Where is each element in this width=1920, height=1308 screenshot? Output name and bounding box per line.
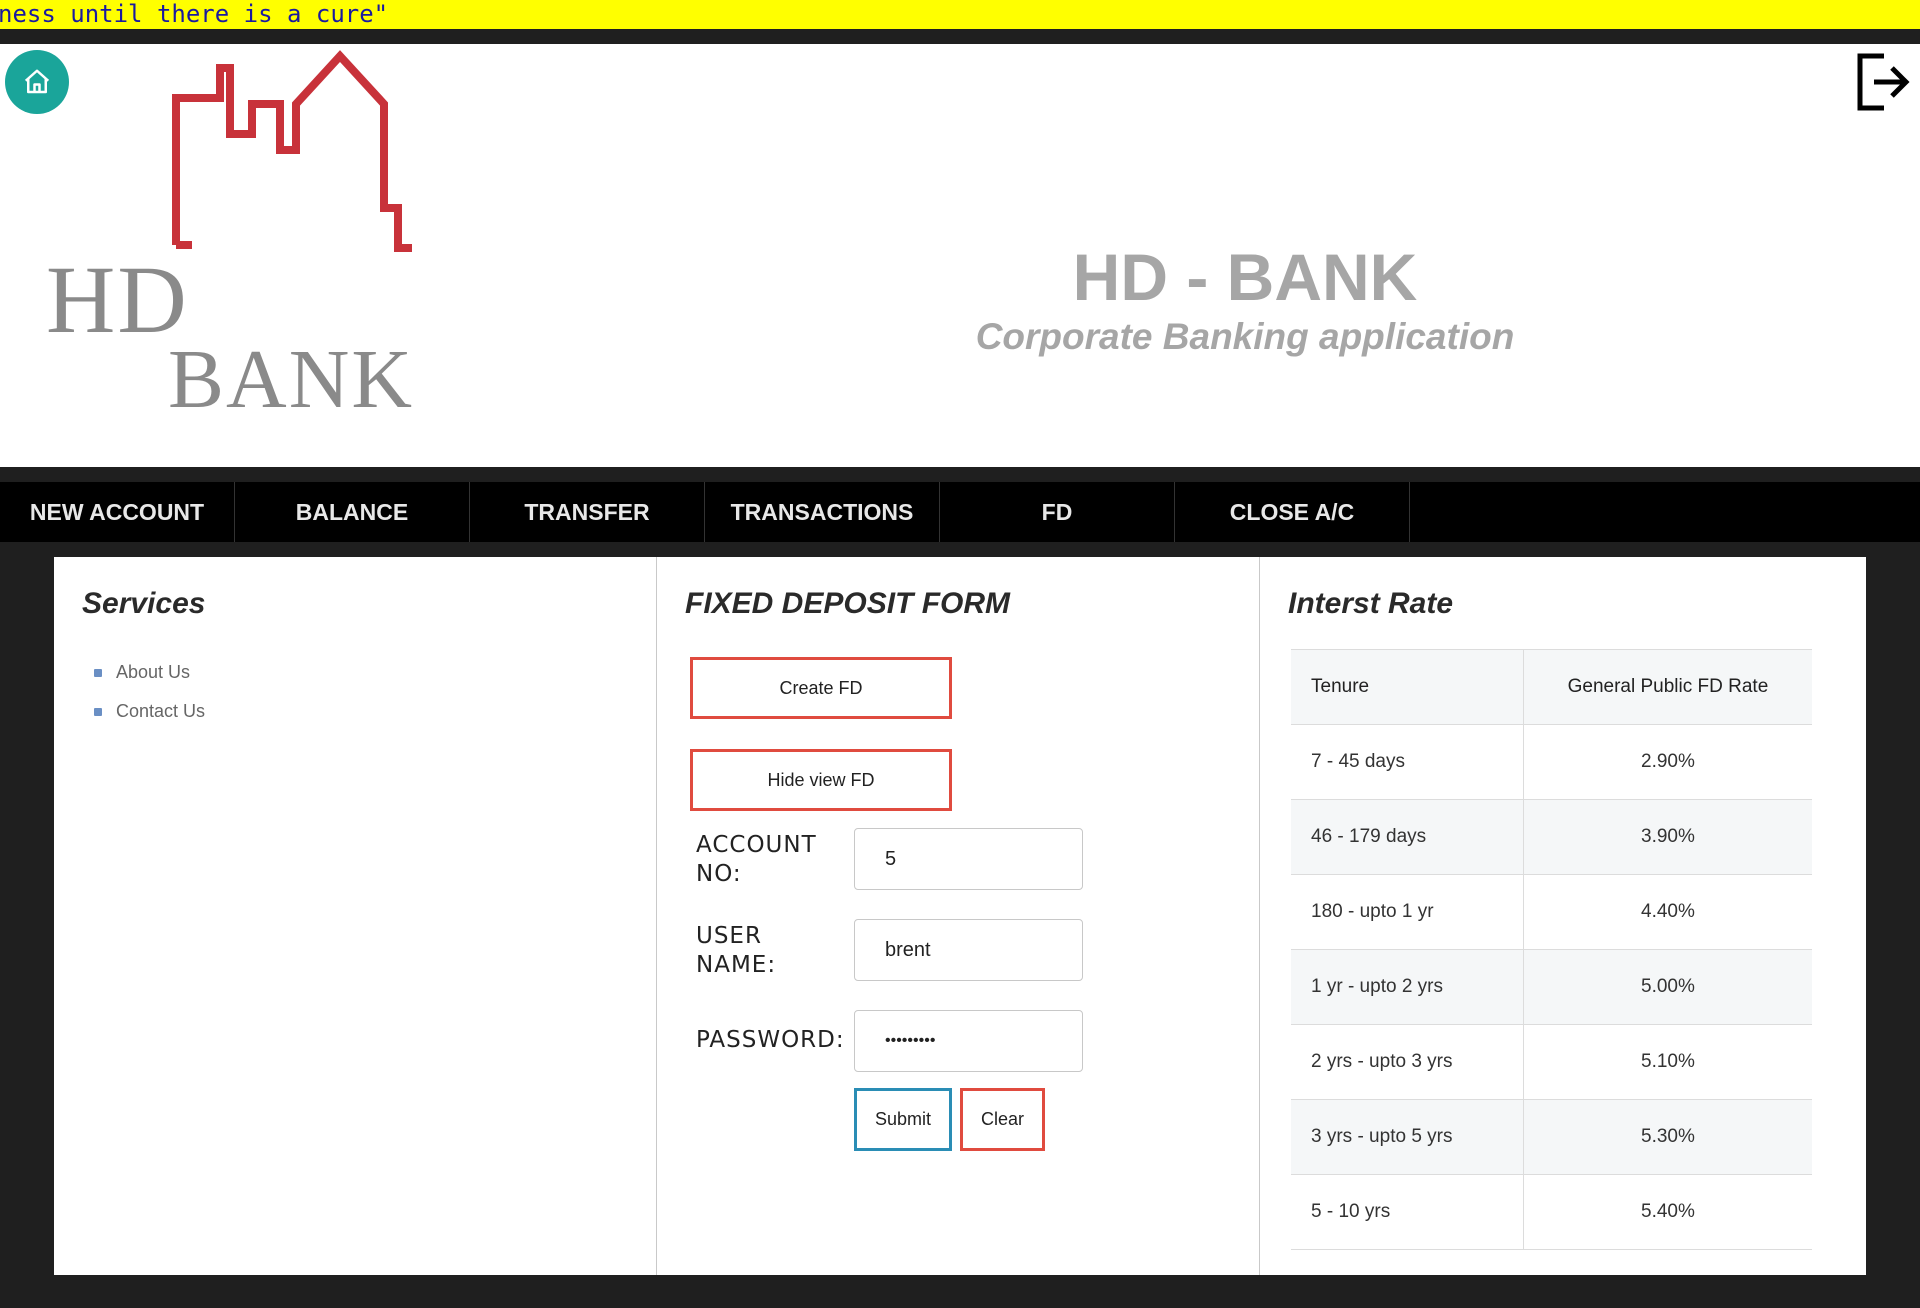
table-row: 7 - 45 days 2.90% (1291, 724, 1812, 800)
password-label: PASSWORD: (696, 1027, 845, 1053)
tenure-cell: 3 yrs - upto 5 yrs (1291, 1099, 1524, 1175)
tenure-cell: 1 yr - upto 2 yrs (1291, 949, 1524, 1025)
service-link-about-us[interactable]: About Us (94, 653, 205, 692)
rate-cell: 3.90% (1522, 799, 1812, 875)
services-title: Services (82, 587, 206, 620)
hide-view-fd-button[interactable]: Hide view FD (690, 749, 952, 811)
logout-icon (1857, 53, 1910, 111)
bank-logo: HD BANK (40, 50, 420, 430)
fd-form-panel: FIXED DEPOSIT FORM Create FD Hide view F… (657, 557, 1260, 1275)
logout-button[interactable] (1854, 50, 1912, 114)
create-fd-button[interactable]: Create FD (690, 657, 952, 719)
rate-cell: 2.90% (1522, 724, 1812, 800)
account-no-input[interactable]: 5 (854, 828, 1083, 890)
page-header: HD BANK HD - BANK Corporate Banking appl… (0, 44, 1920, 467)
interest-rate-title: Interst Rate (1288, 587, 1454, 620)
account-no-label-line1: ACCOUNT (696, 832, 817, 858)
top-divider (0, 29, 1920, 44)
user-name-input[interactable]: brent (854, 919, 1083, 981)
fd-form-title: FIXED DEPOSIT FORM (685, 587, 1011, 620)
menu-item-new-account[interactable]: NEW ACCOUNT (0, 482, 235, 542)
service-link-label: About Us (116, 662, 191, 682)
interest-rate-table: Tenure General Public FD Rate 7 - 45 day… (1291, 649, 1812, 1250)
rate-cell: 5.00% (1522, 949, 1812, 1025)
service-link-contact-us[interactable]: Contact Us (94, 692, 205, 731)
submit-button[interactable]: Submit (854, 1088, 952, 1151)
main-menu: NEW ACCOUNT BALANCE TRANSFER TRANSACTION… (0, 482, 1920, 542)
bullet-icon (94, 668, 102, 677)
marquee-banner: ness until there is a cure" (0, 0, 1920, 29)
table-header-row: Tenure General Public FD Rate (1291, 649, 1812, 725)
column-header-tenure: Tenure (1291, 649, 1524, 725)
clear-button[interactable]: Clear (960, 1088, 1045, 1151)
nav-divider (0, 467, 1920, 482)
services-panel: Services About Us Contact Us (54, 557, 657, 1275)
user-name-label-line2: NAME: (696, 952, 777, 978)
rate-cell: 5.40% (1522, 1174, 1812, 1250)
password-input[interactable]: ••••••••• (854, 1010, 1083, 1072)
page-title: HD - BANK (1072, 240, 1418, 314)
menu-item-transfer[interactable]: TRANSFER (470, 482, 705, 542)
tenure-cell: 46 - 179 days (1291, 799, 1524, 875)
column-header-rate: General Public FD Rate (1522, 649, 1812, 725)
table-row: 1 yr - upto 2 yrs 5.00% (1291, 949, 1812, 1025)
menu-item-balance[interactable]: BALANCE (235, 482, 470, 542)
main-content: Services About Us Contact Us FIXED DEPOS… (54, 557, 1866, 1275)
account-no-label-line2: NO: (696, 861, 742, 887)
user-name-label-line1: USER (696, 923, 762, 949)
tenure-cell: 7 - 45 days (1291, 724, 1524, 800)
menu-item-close-ac[interactable]: CLOSE A/C (1175, 482, 1410, 542)
user-name-label: USER NAME: (696, 922, 776, 980)
tenure-cell: 180 - upto 1 yr (1291, 874, 1524, 950)
menu-item-fd[interactable]: FD (940, 482, 1175, 542)
rate-cell: 4.40% (1522, 874, 1812, 950)
page-subtitle: Corporate Banking application (975, 316, 1515, 357)
menu-item-transactions[interactable]: TRANSACTIONS (705, 482, 940, 542)
tenure-cell: 2 yrs - upto 3 yrs (1291, 1024, 1524, 1100)
rate-cell: 5.30% (1522, 1099, 1812, 1175)
account-no-label: ACCOUNT NO: (696, 831, 817, 889)
interest-rate-panel: Interst Rate Tenure General Public FD Ra… (1260, 557, 1866, 1275)
table-row: 5 - 10 yrs 5.40% (1291, 1174, 1812, 1250)
bullet-icon (94, 707, 102, 716)
tenure-cell: 5 - 10 yrs (1291, 1174, 1524, 1250)
table-row: 180 - upto 1 yr 4.40% (1291, 874, 1812, 950)
rate-cell: 5.10% (1522, 1024, 1812, 1100)
marquee-text: ness until there is a cure" (0, 0, 389, 28)
table-row: 3 yrs - upto 5 yrs 5.30% (1291, 1099, 1812, 1175)
table-row: 46 - 179 days 3.90% (1291, 799, 1812, 875)
table-row: 2 yrs - upto 3 yrs 5.10% (1291, 1024, 1812, 1100)
services-list: About Us Contact Us (94, 653, 205, 731)
logo-text-bank: BANK (168, 333, 415, 426)
service-link-label: Contact Us (116, 701, 206, 721)
